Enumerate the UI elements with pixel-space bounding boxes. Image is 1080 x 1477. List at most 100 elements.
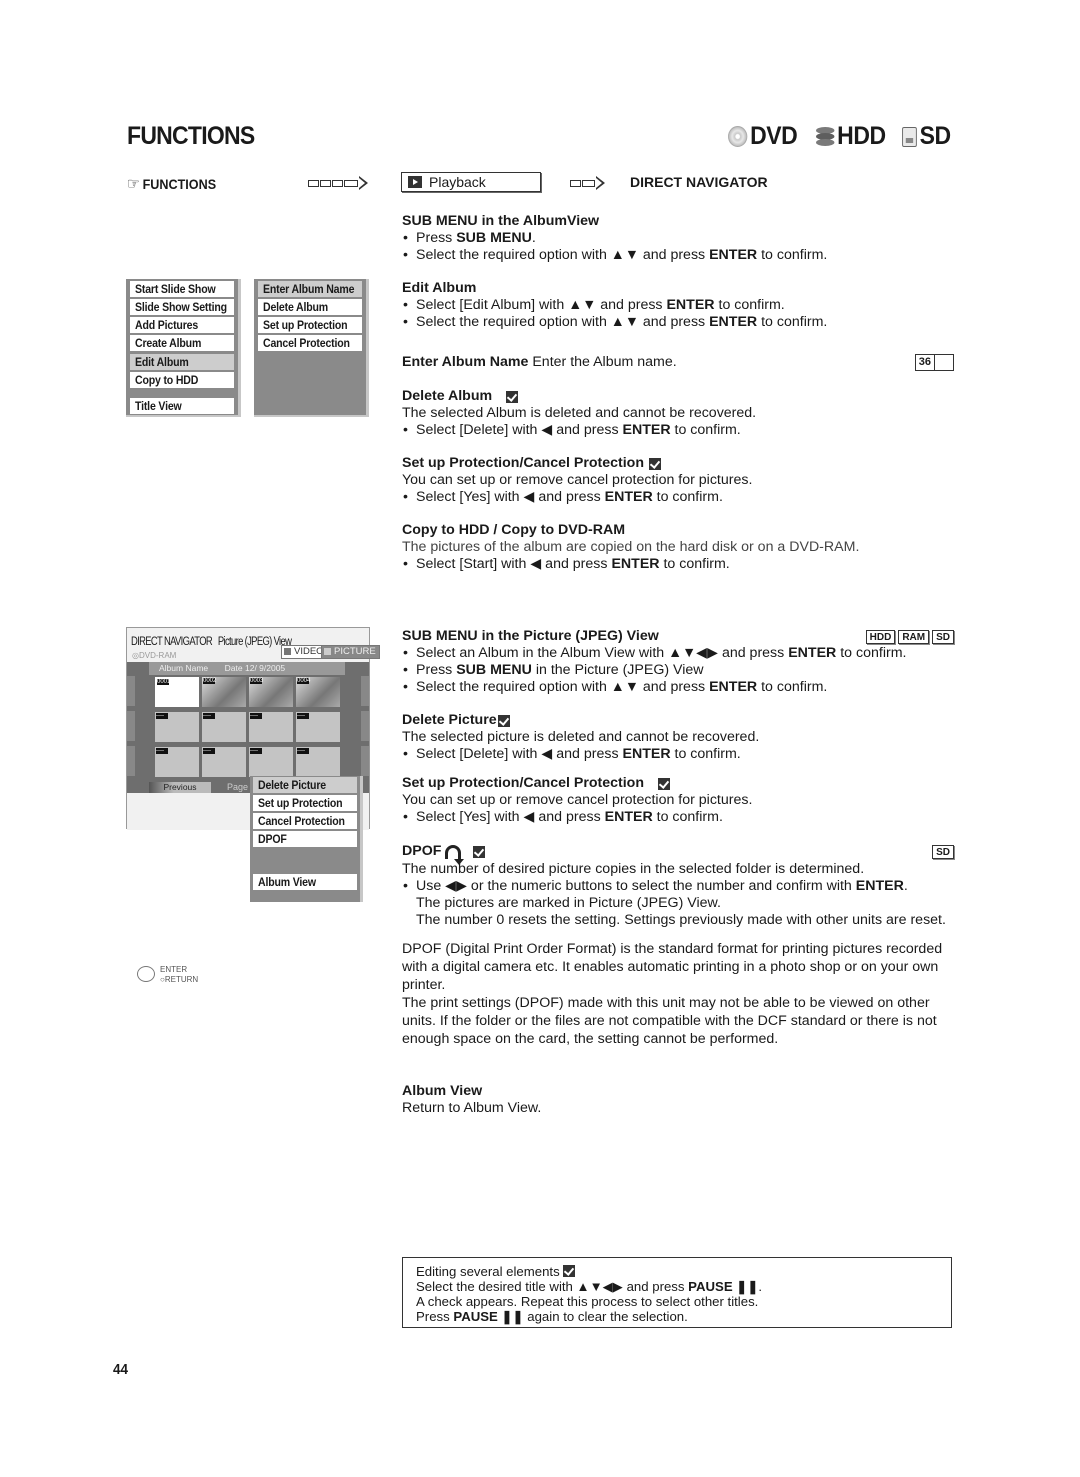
bullet: Select the required option with ▲▼ and p… bbox=[402, 679, 954, 696]
picture-thumbnail[interactable]: 0004 bbox=[296, 677, 340, 707]
section-protection-picture: Set up Protection/Cancel Protection You … bbox=[402, 775, 954, 826]
menu-item-slide-show-setting[interactable]: Slide Show Setting bbox=[130, 299, 234, 315]
paragraph: The print settings (DPOF) made with this… bbox=[402, 995, 937, 1047]
section-copy: Copy to HDD / Copy to DVD-RAM The pictur… bbox=[402, 522, 954, 573]
remote-dpad-icon bbox=[137, 966, 155, 982]
section-heading: Copy to HDD / Copy to DVD-RAM bbox=[402, 522, 626, 538]
indented-text: The pictures are marked in Picture (JPEG… bbox=[416, 895, 721, 911]
bullet: Select the required option with ▲▼ and p… bbox=[402, 247, 954, 264]
picture-thumbnail[interactable]: ---- bbox=[296, 712, 340, 742]
note-box: Editing several elements Select the desi… bbox=[402, 1257, 952, 1328]
screen-header: DIRECT NAVIGATOR Picture (JPEG) View ◎DV… bbox=[127, 628, 380, 662]
thumbnail-number: 0003 bbox=[250, 678, 264, 684]
section-edit-album: Edit Album Select [Edit Album] with ▲▼ a… bbox=[402, 280, 954, 331]
menu-item-cancel-protection[interactable]: Cancel Protection bbox=[258, 335, 362, 351]
menu-item-title-view[interactable]: Title View bbox=[130, 398, 234, 414]
previous-button[interactable]: Previous bbox=[149, 782, 211, 793]
paragraph: The pictures of the album are copied on … bbox=[402, 539, 860, 555]
picture-thumbnail[interactable]: ---- bbox=[155, 747, 199, 777]
menu-item-album-view[interactable]: Album View bbox=[253, 874, 357, 890]
menu-item-delete-picture[interactable]: Delete Picture bbox=[253, 777, 357, 793]
media-sd: SD bbox=[902, 122, 951, 151]
media-label: SD bbox=[919, 122, 951, 150]
album-info-bar: Album Name Date 12/ 9/2005 bbox=[149, 662, 345, 675]
media-label: DVD bbox=[750, 122, 798, 150]
page-number: 44 bbox=[113, 1361, 129, 1378]
badge-ram: RAM bbox=[898, 630, 930, 644]
album-submenu-panel: Start Slide Show Slide Show Setting Add … bbox=[126, 279, 241, 417]
screen-media-label: ◎DVD-RAM bbox=[132, 651, 177, 660]
note-line: Editing several elements bbox=[416, 1264, 938, 1279]
bullet: Select [Yes] with ◀ and press ENTER to c… bbox=[402, 809, 954, 826]
picture-thumbnail[interactable]: ---- bbox=[202, 712, 246, 742]
arrow-right-icon bbox=[570, 176, 605, 190]
bullet: Select [Start] with ◀ and press ENTER to… bbox=[402, 556, 954, 573]
thumbnail-number: ---- bbox=[156, 748, 168, 754]
menu-item-copy-to-hdd[interactable]: Copy to HDD bbox=[130, 372, 234, 388]
edit-album-submenu-panel: Enter Album Name Delete Album Set up Pro… bbox=[254, 279, 369, 417]
paragraph: The number of desired picture copies in … bbox=[402, 861, 865, 877]
menu-item-add-pictures[interactable]: Add Pictures bbox=[130, 317, 234, 333]
thumbnail-number: 0001 bbox=[157, 679, 171, 685]
picture-thumbnail[interactable]: 0003 bbox=[249, 677, 293, 707]
menu-item-cancel-protection[interactable]: Cancel Protection bbox=[253, 813, 357, 829]
menu-item-enter-album-name[interactable]: Enter Album Name bbox=[258, 281, 362, 297]
picture-thumbnail[interactable]: ---- bbox=[249, 747, 293, 777]
picture-thumbnail[interactable]: ---- bbox=[202, 747, 246, 777]
menu-item-set-up-protection[interactable]: Set up Protection bbox=[258, 317, 362, 333]
page-reference-icon: 36 bbox=[914, 354, 954, 371]
section-heading: Delete Album bbox=[402, 388, 954, 405]
thumbnail-number: ---- bbox=[250, 713, 262, 719]
dvd-disc-icon bbox=[728, 126, 748, 147]
tab-picture[interactable]: PICTURE bbox=[321, 645, 380, 659]
bullet: Press SUB MENU in the Picture (JPEG) Vie… bbox=[402, 662, 954, 679]
menu-item-set-up-protection[interactable]: Set up Protection bbox=[253, 795, 357, 811]
note-line: Press PAUSE ❚❚ again to clear the select… bbox=[416, 1309, 688, 1324]
picture-thumbnail[interactable]: 0002 bbox=[202, 677, 246, 707]
hdd-icon bbox=[815, 126, 835, 147]
picture-thumbnail[interactable]: 0001 bbox=[155, 677, 199, 707]
section-dpof: DPOF SD The number of desired picture co… bbox=[402, 843, 954, 1048]
note-line: A check appears. Repeat this process to … bbox=[416, 1294, 759, 1309]
side-bar bbox=[361, 676, 369, 706]
media-badges: HDD RAM SD bbox=[863, 628, 954, 645]
thumbnail-number: 0002 bbox=[203, 678, 217, 684]
media-hdd: HDD bbox=[815, 122, 886, 151]
section-protection-album: Set up Protection/Cancel Protection You … bbox=[402, 455, 954, 506]
section-delete-picture: Delete Picture The selected picture is d… bbox=[402, 712, 954, 763]
playback-icon bbox=[408, 176, 422, 188]
section-delete-album: Delete Album The selected Album is delet… bbox=[402, 388, 954, 439]
thumbnail-number: ---- bbox=[250, 748, 262, 754]
multi-select-check-icon bbox=[658, 777, 671, 790]
playback-menu-item: Playback bbox=[401, 172, 541, 192]
paragraph: Return to Album View. bbox=[402, 1100, 542, 1116]
menu-item-dpof[interactable]: DPOF bbox=[253, 831, 357, 847]
picture-thumbnail[interactable]: ---- bbox=[249, 712, 293, 742]
menu-item-create-album[interactable]: Create Album bbox=[130, 335, 234, 351]
badge-sd: SD bbox=[932, 630, 954, 644]
paragraph: You can set up or remove cancel protecti… bbox=[402, 472, 753, 488]
bullet: Select the required option with ▲▼ and p… bbox=[402, 314, 954, 331]
media-dvd: DVD bbox=[728, 122, 798, 151]
picture-thumbnail[interactable]: ---- bbox=[296, 747, 340, 777]
badge-hdd: HDD bbox=[865, 630, 896, 644]
note-line: Select the desired title with ▲▼◀▶ and p… bbox=[416, 1279, 763, 1294]
section-heading: Delete Picture bbox=[402, 712, 954, 729]
nav-end-label: DIRECT NAVIGATOR bbox=[630, 174, 768, 190]
menu-item-edit-album[interactable]: Edit Album bbox=[130, 354, 234, 370]
multi-select-check-icon bbox=[506, 390, 519, 403]
bullet: Select an Album in the Album View with ▲… bbox=[402, 645, 954, 662]
multi-select-check-icon bbox=[497, 714, 510, 727]
section-heading: Set up Protection/Cancel Protection bbox=[402, 455, 954, 472]
section-album-view: Album View Return to Album View. bbox=[402, 1083, 954, 1117]
thumbnail-number: ---- bbox=[203, 748, 215, 754]
side-bar bbox=[127, 676, 135, 706]
picture-thumbnail[interactable]: ---- bbox=[155, 712, 199, 742]
thumbnail-number: ---- bbox=[297, 748, 309, 754]
menu-item-delete-album[interactable]: Delete Album bbox=[258, 299, 362, 315]
side-bar bbox=[361, 746, 369, 776]
enter-album-name-text: Enter Album Name Enter the Album name. bbox=[402, 354, 677, 370]
badge-sd: SD bbox=[932, 844, 954, 859]
multi-select-check-icon bbox=[563, 1265, 576, 1277]
menu-item-start-slide-show[interactable]: Start Slide Show bbox=[130, 281, 234, 297]
